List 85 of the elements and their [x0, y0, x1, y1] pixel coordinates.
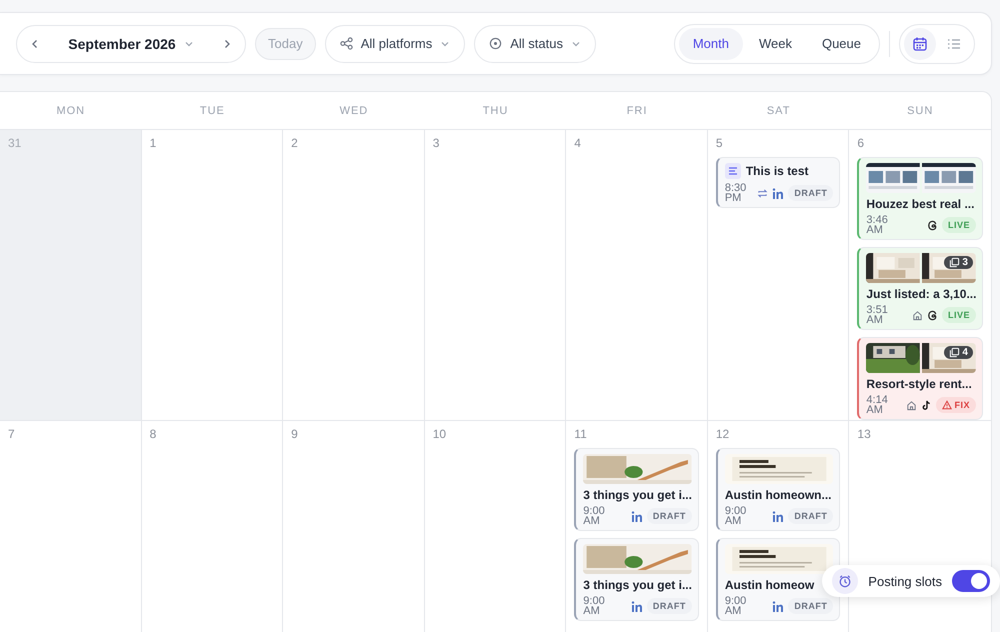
gallery-icon [949, 257, 960, 268]
weekday-label: SUN [906, 104, 934, 118]
day-number: 8 [150, 427, 158, 441]
post-time: 8:30 PM [724, 183, 748, 203]
post-time: 9:00 AM [583, 506, 606, 526]
post-title: Houzez best real ... [866, 197, 974, 211]
in-icon [772, 600, 784, 612]
post-title: This is test [746, 164, 809, 178]
at-sign-icon [926, 220, 938, 230]
day-number: 10 [432, 427, 448, 441]
status-badge: LIVE [942, 307, 976, 323]
status-dropdown[interactable]: All status [474, 24, 596, 62]
post-time: 3:51 AM [866, 305, 889, 325]
day-number: 11 [574, 427, 588, 441]
post-card[interactable]: This is test 8:30 PM DRAFT [716, 157, 840, 208]
post-card[interactable]: Houzez best real ... 3:46 AM LIVE [857, 157, 983, 240]
posting-slots-toggle[interactable] [952, 570, 990, 592]
at-sign-icon [926, 310, 938, 320]
gallery-icon [949, 347, 960, 358]
chevron-left-icon [30, 38, 40, 48]
post-title: Just listed: a 3,10... [866, 287, 976, 301]
weekday-label: TUE [198, 104, 226, 118]
status-badge: DRAFT [788, 508, 834, 524]
day-number: 9 [291, 427, 299, 441]
day-number: 2 [291, 136, 299, 150]
day-number: 6 [857, 136, 866, 150]
platforms-dropdown[interactable]: All platforms [324, 24, 466, 62]
warning-icon [942, 400, 952, 410]
status-badge: DRAFT [646, 598, 692, 614]
post-time: 3:46 AM [866, 215, 889, 235]
calendar-icon [912, 36, 928, 52]
post-card[interactable]: 3 things you get i... 9:00 AM DRAFT [574, 538, 699, 621]
post-card[interactable]: Austin homeown... 9:00 AM DRAFT [716, 448, 840, 531]
day-number: 13 [857, 427, 872, 441]
post-title: Resort-style rent... [866, 377, 972, 391]
alarm-clock-icon [832, 568, 858, 594]
status-badge: DRAFT [788, 185, 834, 201]
status-badge: FIX [936, 397, 976, 413]
day-number: 7 [8, 427, 16, 441]
status-badge: LIVE [942, 217, 976, 233]
weekday-label: SAT [766, 104, 792, 118]
house-icon [912, 310, 923, 320]
weekday-label: THU [482, 104, 510, 118]
month-dropdown[interactable]: September 2026 [64, 34, 198, 54]
status-badge: DRAFT [646, 508, 692, 524]
post-time: 9:00 AM [724, 596, 748, 616]
posting-slots-label: Posting slots [868, 574, 942, 588]
post-title: 3 things you get i... [583, 578, 692, 592]
image-count-badge: 3 [944, 256, 973, 269]
in-icon [630, 510, 643, 522]
weekday-label: MON [55, 104, 86, 118]
house-icon [906, 400, 918, 410]
view-tab[interactable]: Month [678, 28, 743, 60]
text-post-icon [724, 163, 741, 179]
post-title: Austin homeown... [724, 488, 832, 502]
post-time: 9:00 AM [724, 506, 748, 526]
target-icon [489, 37, 502, 50]
status-badge: DRAFT [788, 598, 834, 614]
post-time: 4:14 AM [866, 395, 889, 415]
day-number: 1 [150, 136, 158, 150]
day-number: 4 [574, 136, 582, 150]
day-number: 12 [716, 427, 730, 441]
in-icon [630, 600, 643, 612]
post-card[interactable]: 3 things you get i... 9:00 AM DRAFT [574, 448, 699, 531]
image-count-badge: 4 [944, 346, 973, 359]
weekday-label: WED [338, 104, 370, 118]
repost-icon [757, 188, 768, 198]
post-time: 9:00 AM [583, 596, 606, 616]
post-card[interactable]: Austin homeow 9:00 AM DRAFT [716, 538, 840, 621]
view-tab[interactable]: Queue [808, 28, 875, 60]
post-card[interactable]: 4 Resort-style rent... 4:14 AM FIX [857, 337, 983, 420]
chevron-right-icon [222, 38, 232, 48]
music-note-icon [921, 400, 932, 410]
weekday-label: FRI [626, 104, 648, 118]
view-tab[interactable]: Week [744, 28, 806, 60]
share-icon [340, 37, 353, 50]
post-title: Austin homeow [724, 578, 814, 592]
calendar-view-button[interactable] [904, 28, 936, 60]
post-title: 3 things you get i... [583, 488, 692, 502]
day-number: 3 [432, 136, 440, 150]
post-card[interactable]: 3 Just listed: a 3,10... 3:51 AM LIVE [857, 247, 983, 330]
day-number: 5 [716, 136, 724, 150]
in-icon [772, 188, 784, 198]
in-icon [772, 510, 784, 522]
day-number: 31 [8, 136, 22, 150]
